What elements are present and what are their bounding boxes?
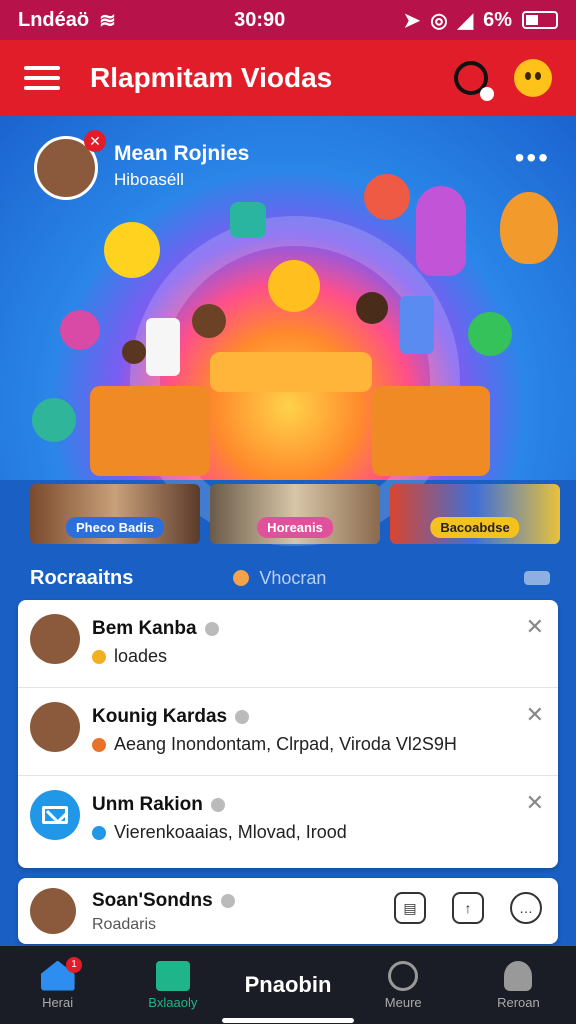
list-item[interactable]: Kounig Kardas Aeang Inondontam, Clrpad, … (18, 688, 558, 776)
character-boy (192, 304, 226, 338)
clock: 30:90 (234, 8, 286, 31)
notification-badge: 1 (66, 956, 82, 973)
battery-icon (522, 11, 558, 29)
verified-icon (235, 709, 250, 724)
list-item-name: Kounig Kardas (92, 706, 228, 727)
explore-icon (155, 960, 190, 991)
leaf-bubble-icon (32, 398, 76, 442)
character-girl (356, 292, 388, 324)
share-icon[interactable]: ↑ (452, 892, 484, 924)
guitar-icon (416, 186, 466, 276)
alarm-icon: ◎ (430, 9, 448, 32)
emoji-face-icon (268, 260, 320, 312)
close-icon[interactable]: ✕ (526, 614, 544, 640)
tablet-icon (400, 296, 434, 354)
hero-subtitle: Hiboaséll (114, 170, 184, 189)
sun-character-icon (104, 222, 160, 278)
hero-banner[interactable]: ✕ Mean Rojnies Hiboaséll ••• (0, 116, 576, 546)
list-item[interactable]: Unm Rakion Vierenkoaaias, Mlovad, Irood … (18, 776, 558, 864)
nav-label: Pnaobin (244, 972, 332, 997)
list-item-name: Bem Kanba (92, 618, 197, 639)
search-icon[interactable] (454, 61, 494, 101)
phone-icon (146, 318, 180, 376)
status-bar: Lndéaö ≋ 30:90 ➤ ◎ ◢ 6% (0, 0, 576, 40)
thumbnail-strip: Pheco Badis Horeanis Bacoabdse (30, 484, 560, 544)
balloon-icon (500, 192, 558, 264)
platform-left (90, 386, 210, 476)
nav-label: Reroan (497, 994, 540, 1010)
thumbnail-card[interactable]: Pheco Badis (30, 484, 200, 544)
profile-icon (504, 960, 533, 991)
thumbnail-tag: Horeanis (257, 517, 333, 538)
nav-search[interactable]: Meure (346, 960, 461, 1010)
list-item-subtitle: loades (114, 646, 168, 666)
nav-profile[interactable]: Reroan (461, 960, 576, 1010)
app-bar: Rlapmitam Viodas (0, 40, 576, 116)
wifi-icon: ≋ (99, 9, 116, 32)
location-pin-icon (92, 737, 106, 752)
thumbnail-tag: Bacoabdse (430, 517, 520, 538)
app-title: Rlapmitam Viodas (90, 62, 333, 93)
verified-icon (210, 797, 225, 812)
platform-right (372, 386, 490, 476)
envelope-icon (42, 806, 68, 824)
close-icon[interactable]: ✕ (526, 702, 544, 728)
hero-user-name: Mean Rojnies (114, 142, 250, 165)
close-badge-icon[interactable]: ✕ (84, 130, 106, 152)
thumbnail-card[interactable]: Horeanis (210, 484, 380, 544)
nav-home[interactable]: 1 Herai (0, 956, 115, 1010)
info-icon (92, 825, 106, 840)
chat-bubble-icon (468, 312, 512, 356)
avatar (30, 702, 80, 752)
contact-list: Bem Kanba loades ✕ Kounig Kardas Aeang I… (18, 600, 558, 868)
nav-label: Herai (42, 994, 74, 1010)
note-bubble-icon (60, 310, 100, 350)
character-kid (122, 340, 146, 364)
section-tab[interactable]: Vhocran (233, 568, 326, 589)
section-header: Rocraaitns Vhocran (30, 564, 550, 592)
list-item-subtitle: Roadaris (92, 916, 157, 933)
bell-icon (92, 649, 106, 664)
list-item[interactable]: Soan'Sondns Roadaris ▤ ↑ … (18, 878, 558, 942)
avatar (30, 888, 76, 934)
toggle-icon[interactable] (524, 571, 550, 585)
list-item[interactable]: Bem Kanba loades ✕ (18, 600, 558, 688)
verified-icon (204, 621, 219, 636)
section-tab-label: Vhocran (259, 567, 327, 588)
verified-icon (220, 893, 235, 908)
nav-label: Bxlaaoly (148, 994, 198, 1010)
close-icon[interactable]: ✕ (526, 790, 544, 816)
platform-center (210, 352, 372, 392)
avatar (30, 614, 80, 664)
thumbnail-tag: Pheco Badis (65, 517, 165, 538)
thumbnail-card[interactable]: Bacoabdse (390, 484, 560, 544)
bottom-navigation: 1 Herai Bxlaaoly Pnaobin Meure Reroan (0, 946, 576, 1024)
document-icon[interactable]: ▤ (394, 892, 426, 924)
search-icon (388, 960, 419, 991)
location-icon: ➤ (403, 9, 421, 32)
carrier-label: Lndéaö (18, 8, 90, 31)
dot-icon (233, 570, 250, 586)
play-bubble-icon (230, 202, 266, 238)
list-item-name: Soan'Sondns (92, 890, 213, 911)
nav-center[interactable]: Pnaobin (230, 972, 345, 998)
list-item-subtitle: Aeang Inondontam, Clrpad, Viroda Vl2S9H (114, 734, 457, 754)
nav-label: Meure (384, 994, 422, 1010)
list-item-name: Unm Rakion (92, 794, 203, 815)
nav-explore[interactable]: Bxlaaoly (115, 960, 230, 1010)
message-bubble-icon (364, 174, 410, 220)
emoji-icon[interactable] (514, 59, 552, 97)
contact-card: Soan'Sondns Roadaris ▤ ↑ … (18, 878, 558, 944)
more-options-icon[interactable]: ••• (515, 142, 550, 174)
list-item-subtitle: Vierenkoaaias, Mlovad, Irood (114, 822, 347, 842)
home-indicator[interactable] (222, 1018, 354, 1023)
section-title: Rocraaitns (30, 566, 134, 589)
mail-avatar (30, 790, 80, 840)
chat-icon[interactable]: … (510, 892, 542, 924)
signal-icon: ◢ (457, 9, 474, 32)
menu-icon[interactable] (24, 66, 60, 90)
battery-percent: 6% (483, 8, 512, 31)
